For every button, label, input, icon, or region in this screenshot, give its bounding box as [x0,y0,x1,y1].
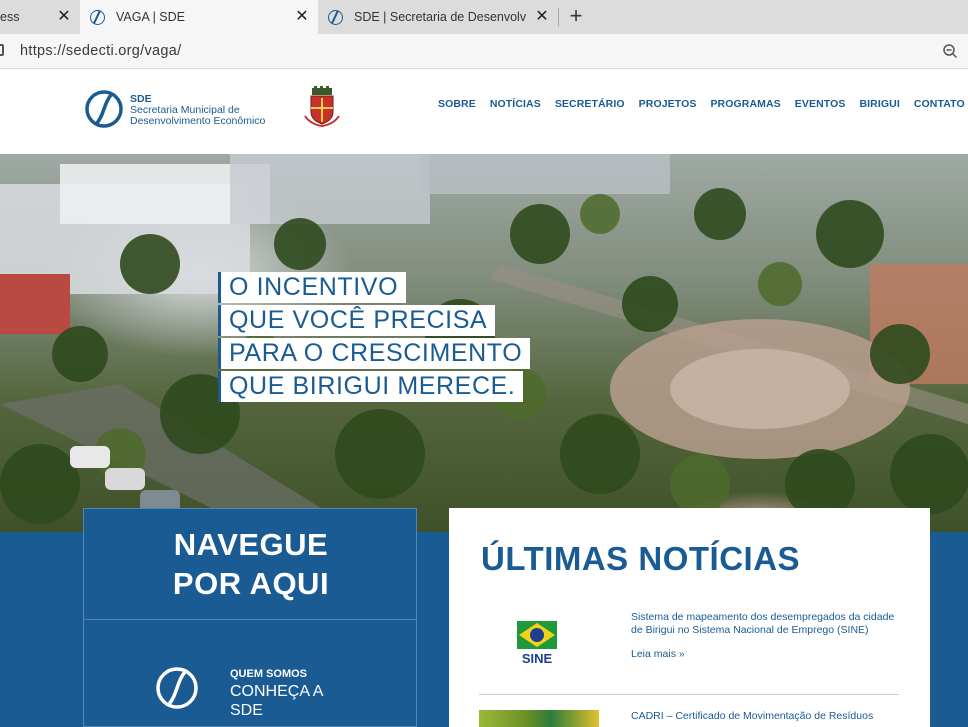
news-item-text[interactable]: Sistema de mapeamento dos desempregados … [631,611,906,636]
navigate-title: NAVEGUE POR AQUI [84,525,418,603]
city-crest-icon [304,86,340,128]
sde-logo-icon[interactable] [84,89,124,129]
nav-item-programas[interactable]: PROGRAMAS [710,98,780,110]
logo-line: Desenvolvimento Econômico [130,115,266,127]
cadri-image[interactable] [479,710,599,727]
zoom-icon[interactable] [942,43,958,59]
close-icon[interactable]: ✕ [534,9,550,25]
about-link-line: SDE [230,702,263,719]
tab-title: SDE | Secretaria de Desenvolvime [354,10,526,24]
about-link-line: CONHEÇA A [230,683,324,700]
favicon-icon [90,10,105,25]
navigate-panel: NAVEGUE POR AQUI QUEM SOMOS CONHEÇA A SD… [83,508,417,727]
news-item-text[interactable]: CADRI – Certificado de Movimentação de R… [631,710,906,723]
about-link[interactable]: CONHEÇA A SDE [230,682,323,720]
site-header: SDE Secretaria Municipal de Desenvolvime… [0,70,968,154]
headline-line: QUE BIRIGUI MERECE. [218,371,524,402]
url-field[interactable]: https://sedecti.org/vaga/ [20,43,181,59]
browser-tab[interactable]: ess ✕ [0,0,80,34]
hero-headline: O INCENTIVO QUE VOCÊ PRECISA PARA O CRES… [218,272,531,404]
favicon-icon [328,10,343,25]
browser-tab-active[interactable]: VAGA | SDE ✕ [80,0,318,34]
close-icon[interactable]: ✕ [294,9,310,25]
hero-banner: O INCENTIVO QUE VOCÊ PRECISA PARA O CRES… [0,154,968,532]
browser-tab[interactable]: SDE | Secretaria de Desenvolvime ✕ [318,0,558,34]
nav-item-projetos[interactable]: PROJETOS [639,98,697,110]
nav-item-secretario[interactable]: SECRETÁRIO [555,98,625,110]
close-icon[interactable]: ✕ [56,9,72,25]
tab-separator [558,8,559,26]
headline-line: QUE VOCÊ PRECISA [218,305,496,336]
address-bar: https://sedecti.org/vaga/ [0,34,968,69]
nav-item-eventos[interactable]: EVENTOS [795,98,846,110]
news-panel: ÚLTIMAS NOTÍCIAS SINE Sistema de mapeame… [449,508,930,727]
navigate-title-line: NAVEGUE [173,527,329,562]
nav-item-birigui[interactable]: BIRIGUI [859,98,899,110]
browser-tab-bar: ess ✕ VAGA | SDE ✕ SDE | Secretaria de D… [0,0,968,34]
headline-line: PARA O CRESCIMENTO [218,338,531,369]
navigate-title-line: POR AQUI [172,566,330,601]
tab-title: VAGA | SDE [116,10,186,24]
divider [84,619,416,620]
sine-logo-image[interactable]: SINE [479,606,595,676]
new-tab-button[interactable]: + [564,4,588,28]
sde-logo-icon[interactable] [154,665,200,711]
about-kicker[interactable]: QUEM SOMOS [230,668,307,680]
sine-logo-text: SINE [522,651,553,666]
headline-line: O INCENTIVO [218,272,407,303]
nav-item-sobre[interactable]: SOBRE [438,98,476,110]
read-more-link[interactable]: Leia mais » [631,648,685,660]
nav-item-contato[interactable]: CONTATO [914,98,965,110]
tab-title: ess [0,10,20,24]
nav-item-noticias[interactable]: NOTÍCIAS [490,98,541,110]
divider [479,694,899,695]
logo-text[interactable]: SDE Secretaria Municipal de Desenvolvime… [130,94,265,127]
main-nav: SOBRE NOTÍCIAS SECRETÁRIO PROJETOS PROGR… [438,98,968,110]
news-title: ÚLTIMAS NOTÍCIAS [481,540,801,577]
lock-icon [0,44,4,56]
